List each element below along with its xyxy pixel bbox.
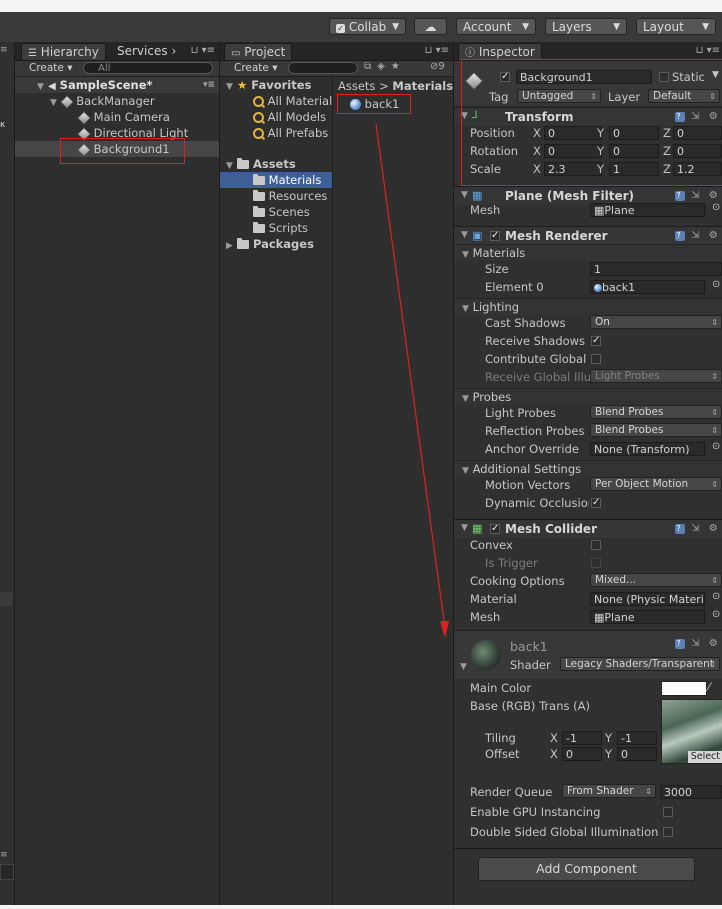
arrow-head (440, 621, 449, 638)
annotation-arrow (375, 123, 449, 638)
arrow-line (375, 123, 446, 629)
window-bottom-strip (0, 905, 722, 909)
